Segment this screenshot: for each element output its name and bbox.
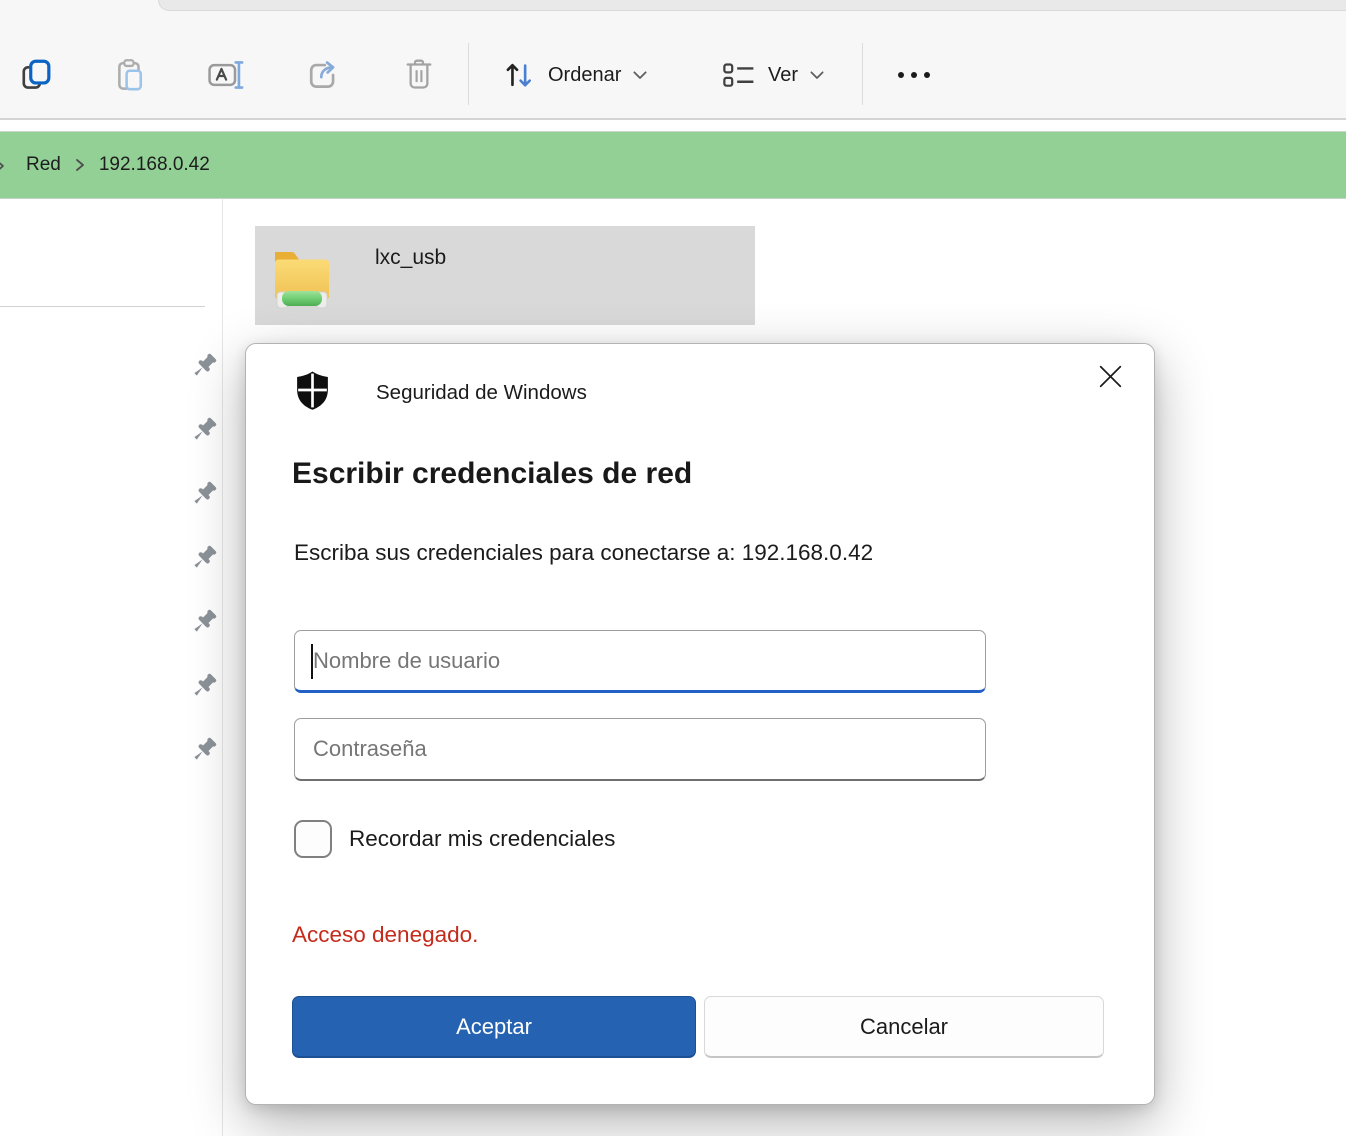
- toolbar-divider: [862, 43, 863, 105]
- windows-security-dialog: Seguridad de Windows Escribir credencial…: [245, 343, 1155, 1105]
- file-row-lxc-usb[interactable]: lxc_usb: [255, 226, 755, 325]
- pin-icon[interactable]: [190, 608, 218, 636]
- pin-icon[interactable]: [190, 544, 218, 572]
- rename-icon: [208, 59, 246, 91]
- more-options-button[interactable]: [888, 49, 940, 101]
- address-bar[interactable]: Red 192.168.0.42: [0, 131, 1346, 199]
- file-name: lxc_usb: [375, 246, 446, 270]
- delete-button[interactable]: [393, 49, 445, 101]
- paste-icon: [114, 58, 146, 92]
- tab-strip: [0, 0, 1346, 11]
- username-input[interactable]: [294, 630, 986, 693]
- view-icon: [722, 61, 756, 90]
- accept-button[interactable]: Aceptar: [292, 996, 696, 1058]
- windows-security-shield-icon: [294, 370, 331, 411]
- rename-button[interactable]: [201, 49, 253, 101]
- tab-bar-background: [158, 0, 1346, 11]
- pin-icon[interactable]: [190, 416, 218, 444]
- paste-button[interactable]: [104, 49, 156, 101]
- sort-icon: [502, 58, 536, 92]
- delete-icon: [402, 58, 436, 92]
- network-folder-icon: [269, 240, 335, 312]
- breadcrumb-chevron-icon: [0, 158, 6, 174]
- share-button[interactable]: [296, 49, 348, 101]
- breadcrumb-chevron-icon: [69, 158, 91, 172]
- sidebar-pinned-indicators: [190, 352, 222, 800]
- sort-label: Ordenar: [548, 64, 621, 87]
- more-icon: [894, 69, 934, 81]
- error-message: Acceso denegado.: [292, 922, 478, 948]
- chevron-down-icon: [633, 71, 647, 80]
- dialog-app-title: Seguridad de Windows: [376, 381, 587, 405]
- sort-button[interactable]: Ordenar: [492, 45, 657, 105]
- remember-credentials-label: Recordar mis credenciales: [349, 826, 615, 852]
- pin-icon[interactable]: [190, 352, 218, 380]
- chevron-down-icon: [810, 71, 824, 80]
- view-label: Ver: [768, 64, 798, 87]
- text-caret: [311, 644, 313, 679]
- toolbar-divider: [468, 43, 469, 105]
- cancel-button[interactable]: Cancelar: [704, 996, 1104, 1058]
- breadcrumb-item-host[interactable]: 192.168.0.42: [91, 148, 218, 182]
- share-icon: [305, 58, 339, 92]
- sidebar-section-divider: [0, 306, 205, 307]
- copy-button[interactable]: [11, 49, 63, 101]
- breadcrumb-item-red[interactable]: Red: [18, 148, 69, 182]
- pin-icon[interactable]: [190, 736, 218, 764]
- dialog-subtitle: Escriba sus credenciales para conectarse…: [294, 540, 873, 566]
- pin-icon[interactable]: [190, 672, 218, 700]
- dialog-title: Escribir credenciales de red: [292, 457, 692, 491]
- pin-icon[interactable]: [190, 480, 218, 508]
- view-button[interactable]: Ver: [712, 45, 834, 105]
- toolbar: Ordenar Ver: [0, 11, 1346, 120]
- remember-credentials-checkbox[interactable]: [294, 820, 332, 858]
- navigation-pane-divider: [222, 199, 223, 1136]
- copy-icon: [20, 59, 54, 91]
- close-icon: [1099, 365, 1122, 388]
- password-input[interactable]: [294, 718, 986, 781]
- close-button[interactable]: [1088, 354, 1132, 398]
